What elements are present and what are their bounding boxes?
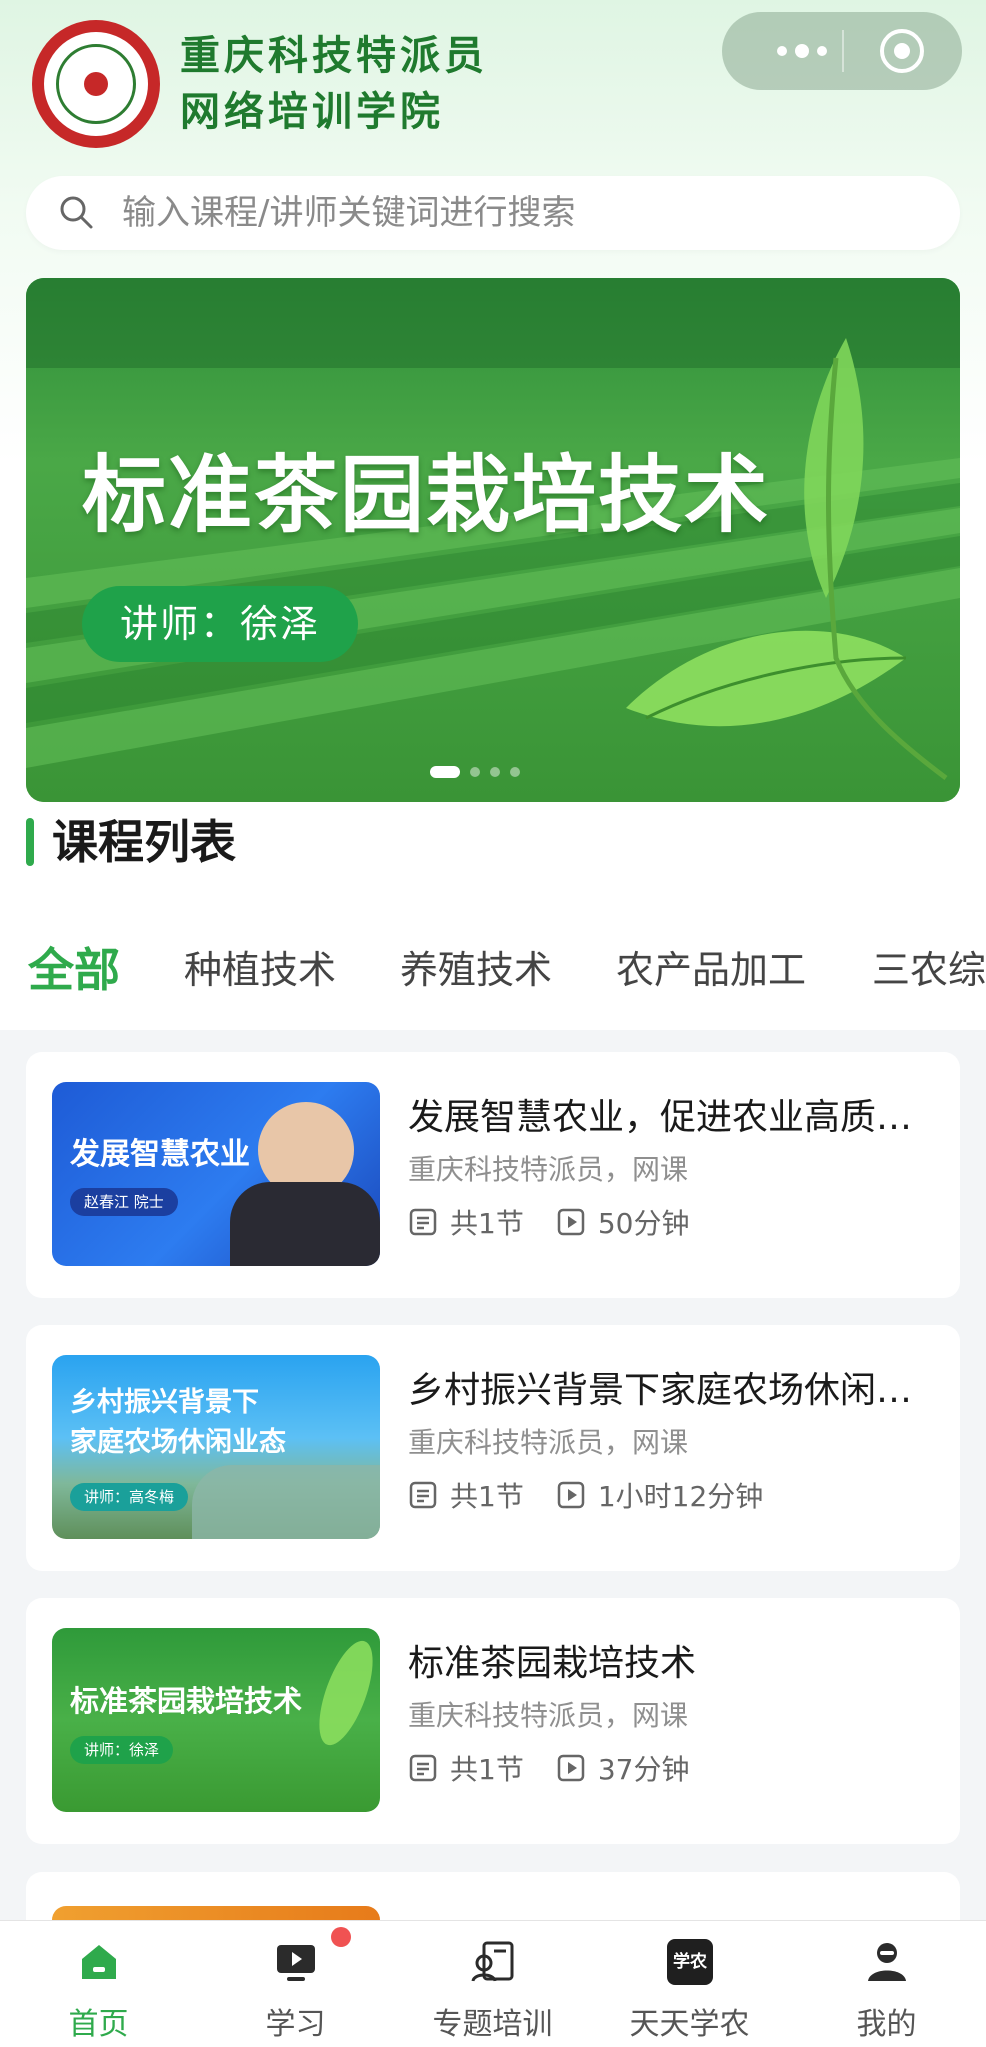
search-icon [60,196,93,229]
study-icon [277,1945,315,1981]
tab-processing[interactable]: 农产品加工 [616,930,806,1010]
play-icon [557,1754,585,1782]
tab-breeding[interactable]: 养殖技术 [400,930,552,1010]
thumbnail-tag: 讲师：徐泽 [70,1736,174,1764]
course-subtitle: 重庆科技特派员，网课 [408,1426,689,1459]
app-title: 重庆科技特派员 网络培训学院 [180,28,488,140]
course-duration: 1小时12分钟 [597,1480,764,1513]
tab-planting[interactable]: 种植技术 [184,930,336,1010]
profile-icon [868,1943,906,1981]
thumbnail-tag: 讲师：高冬梅 [70,1483,189,1511]
thumbnail-title: 发展智慧农业 [70,1137,250,1172]
nav-label: 学习 [265,2007,326,2042]
nav-home[interactable]: 首页 [0,1921,197,2047]
course-duration: 50分钟 [597,1207,690,1240]
thumbnail-title: 标准茶园栽培技术 [70,1684,303,1718]
home-icon [82,1945,116,1979]
course-card[interactable]: 标准茶园栽培技术 讲师：徐泽 标准茶园栽培技术 重庆科技特派员，网课 共1节 3… [26,1598,960,1844]
academy-logo [32,20,160,148]
course-thumbnail: 乡村振兴背景下 家庭农场休闲业态 讲师：高冬梅 [52,1355,380,1539]
close-miniprogram-button[interactable] [880,29,924,73]
thumbnail-title-line2: 家庭农场休闲业态 [70,1427,286,1458]
search-input[interactable]: 输入课程/讲师关键词进行搜索 [122,176,575,250]
more-menu-button[interactable] [762,12,842,90]
sections-icon [409,1208,437,1236]
tab-all[interactable]: 全部 [28,930,120,1010]
course-meta: 共1节 50分钟 [408,1202,689,1242]
carousel-dot [430,766,460,778]
nav-label: 我的 [856,2007,917,2042]
course-card[interactable]: 发展智慧农业 赵春江 院士 发展智慧农业，促进农业高质… 重庆科技特派员，网课 … [26,1052,960,1298]
sections-icon [409,1481,437,1509]
nav-study[interactable]: 学习 [197,1921,394,2047]
course-meta: 共1节 1小时12分钟 [408,1475,763,1515]
course-section-count: 共1节 [450,1480,524,1513]
training-icon [471,1941,514,1982]
app-title-line2: 网络培训学院 [180,89,444,135]
thumbnail-title-line1: 乡村振兴背景下 [70,1387,259,1418]
carousel-dot [510,767,520,777]
play-icon [557,1208,585,1236]
play-icon [557,1481,585,1509]
app-title-line1: 重庆科技特派员 [180,33,488,79]
carousel-indicator [430,766,530,778]
course-duration: 37分钟 [597,1753,690,1786]
course-section-count: 共1节 [450,1207,524,1240]
section-accent-bar [26,818,34,866]
carousel-dot [490,767,500,777]
nav-label: 专题培训 [432,2007,553,2042]
search-bar[interactable]: 输入课程/讲师关键词进行搜索 [26,176,960,250]
course-meta: 共1节 37分钟 [408,1748,689,1788]
banner-title: 标准茶园栽培技术 [82,446,771,544]
course-title: 乡村振兴背景下家庭农场休闲… [408,1370,913,1411]
banner-lecturer-badge: 讲师：徐泽 [82,586,359,662]
course-thumbnail: 标准茶园栽培技术 讲师：徐泽 [52,1628,380,1812]
course-thumbnail: 发展智慧农业 赵春江 院士 [52,1082,380,1266]
category-tabs: 全部 种植技术 养殖技术 农产品加工 三农综 [0,930,986,1010]
course-subtitle: 重庆科技特派员，网课 [408,1153,689,1186]
nav-daily-learning[interactable]: 学农 天天学农 [591,1921,788,2047]
xuenong-icon: 学农 [667,1939,713,1985]
thumbnail-title: 乡村振兴背景下 家庭农场休闲业态 [70,1383,286,1463]
banner-carousel[interactable]: 标准茶园栽培技术 讲师：徐泽 [26,278,960,802]
notification-badge [331,1927,351,1947]
more-icon [777,46,787,56]
course-card[interactable]: 乡村振兴背景下 家庭农场休闲业态 讲师：高冬梅 乡村振兴背景下家庭农场休闲… 重… [26,1325,960,1571]
bottom-nav: 首页 学习 专题培训 学农 天天学农 我的 [0,1920,986,2047]
course-section-count: 共1节 [450,1753,524,1786]
thumbnail-tag: 赵春江 院士 [70,1188,178,1216]
course-title: 标准茶园栽培技术 [408,1643,697,1684]
nav-label: 首页 [68,2007,129,2042]
section-title: 课程列表 [52,815,236,869]
tab-agriculture-general[interactable]: 三农综 [872,930,986,1010]
course-subtitle: 重庆科技特派员，网课 [408,1699,689,1732]
nav-profile[interactable]: 我的 [788,1921,985,2047]
nav-training[interactable]: 专题培训 [394,1921,591,2047]
nav-label: 天天学农 [629,2007,750,2042]
sections-icon [409,1754,437,1782]
carousel-dot [470,767,480,777]
miniprogram-capsule [722,12,962,90]
course-title: 发展智慧农业，促进农业高质… [408,1097,913,1138]
